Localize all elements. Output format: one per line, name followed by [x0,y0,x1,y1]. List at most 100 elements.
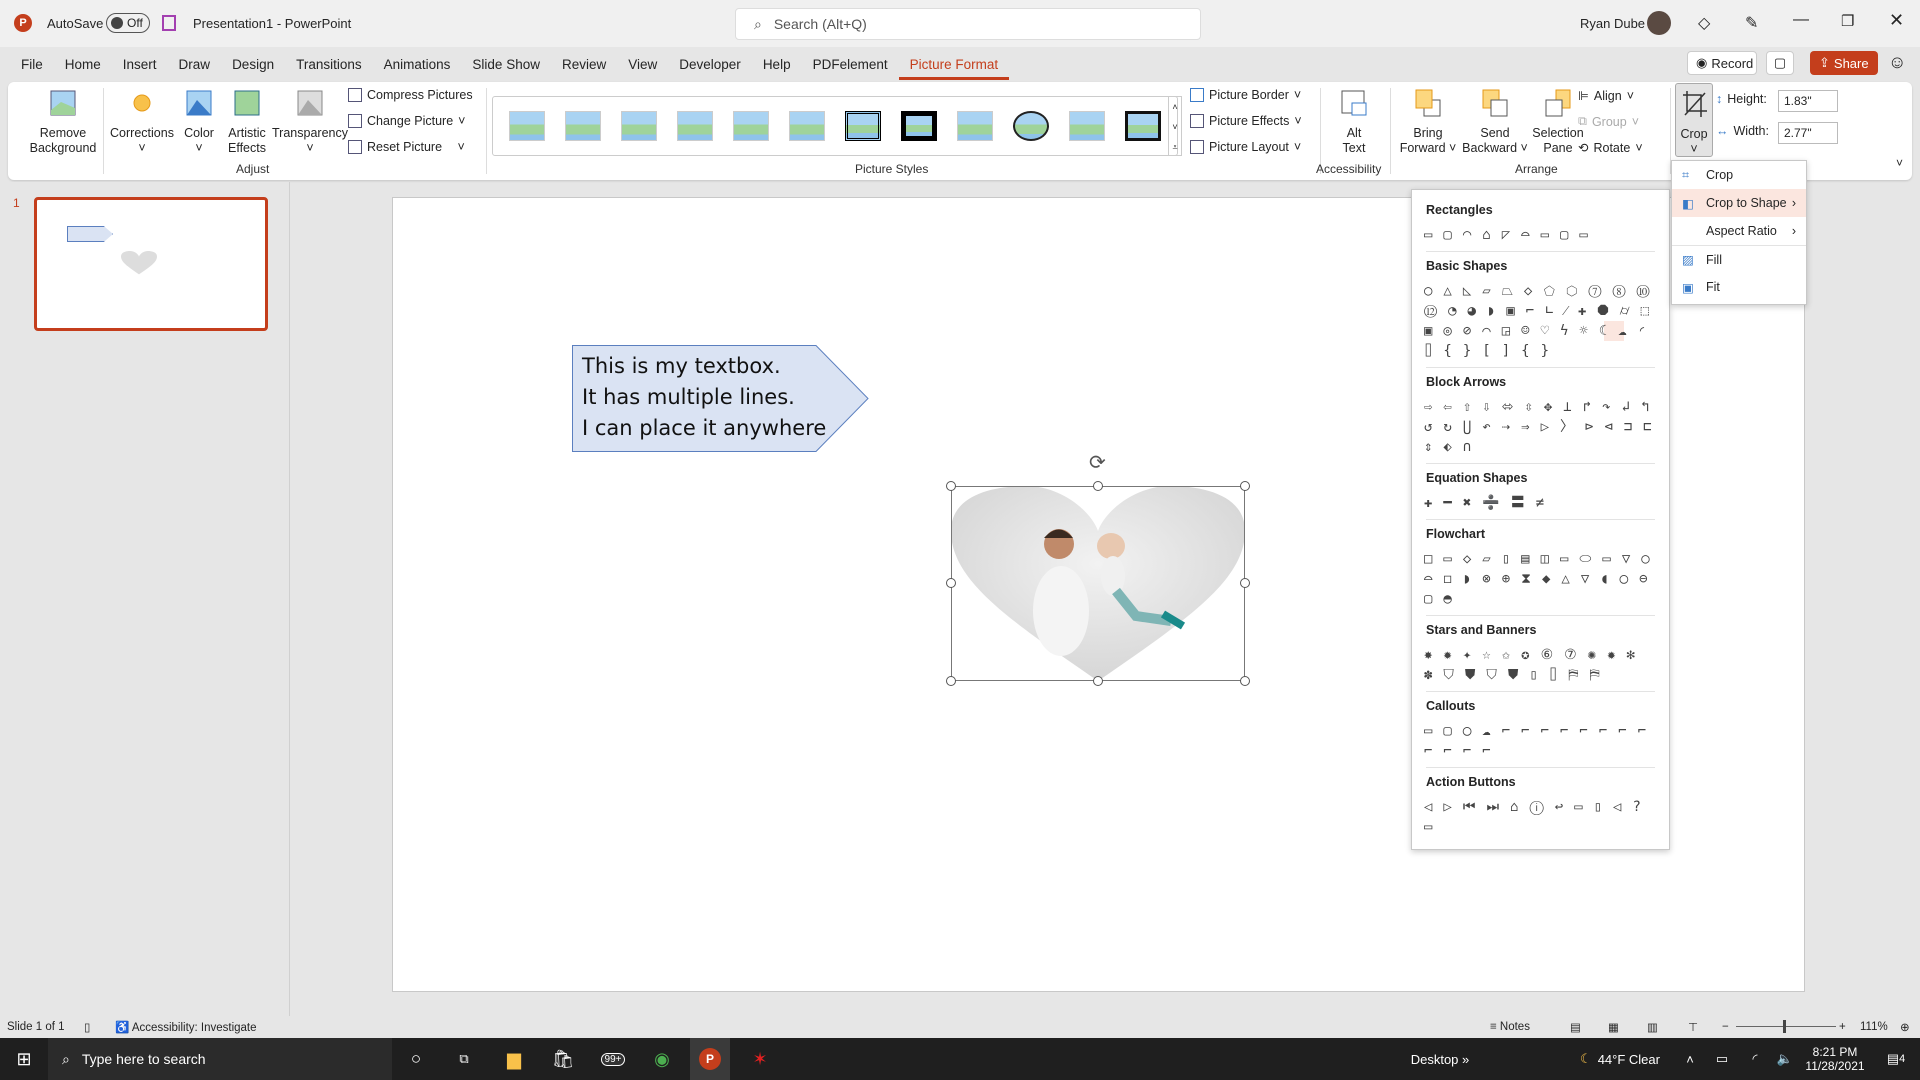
spelling-icon[interactable]: ▯ [84,1020,90,1034]
store-icon[interactable]: 🛍 [543,1038,583,1080]
fit-slide-icon[interactable]: ⊕ [1900,1020,1910,1034]
picture-style-double-frame-black[interactable] [839,105,887,147]
gallery-scroll[interactable]: ˄ ˅ ⩡ [1168,96,1182,156]
save-icon[interactable] [162,15,176,31]
shape-glyphs[interactable]: ✚━✖➗〓≠ [1424,495,1555,511]
desktop-toolbar[interactable]: Desktop » [1405,1038,1475,1080]
picture-style-thick-matte-black[interactable] [895,105,943,147]
search-box[interactable]: ⌕ Search (Alt+Q) [735,8,1201,40]
crop-button[interactable]: Crop ˅ [1675,83,1713,157]
resize-handle[interactable] [946,676,956,686]
chevron-up-icon[interactable]: ˄ [1680,1038,1700,1080]
minimize-icon[interactable]: — [1793,11,1809,29]
app-icon[interactable]: ✶ [740,1038,780,1080]
accessibility-status[interactable]: ♿ Accessibility: Investigate [115,1020,257,1034]
picture-border-button[interactable]: Picture Border ˅ [1190,88,1301,102]
clock[interactable]: 8:21 PM 11/28/2021 [1800,1038,1870,1080]
shape-glyphs[interactable]: ✸✹✦☆✩✪⑥⑦✺✹✻✽⛉⛊⛉⛊▯⌷⛿⛿ [1424,647,1646,683]
close-icon[interactable]: ✕ [1889,10,1904,31]
picture-effects-button[interactable]: Picture Effects ˅ [1190,114,1302,128]
compress-pictures-button[interactable]: Compress Pictures [348,88,473,102]
tab-developer[interactable]: Developer [668,50,752,80]
resize-handle[interactable] [1240,481,1250,491]
powerpoint-taskbar-icon[interactable]: P [690,1038,730,1080]
smiley-icon[interactable]: ☺ [1888,52,1906,73]
tab-slide-show[interactable]: Slide Show [461,50,551,80]
tab-design[interactable]: Design [221,50,285,80]
picture-style-beveled-matte[interactable] [615,105,663,147]
zoom-in-icon[interactable]: + [1839,1021,1846,1033]
shape-glyphs[interactable]: □▭◇▱▯▤◫▭⬭▭▽○⌓◻◗⊗⊕⧗◆△▽◖◯⊖▢◓ [1424,551,1661,607]
zoom-level[interactable]: 111% [1860,1021,1888,1033]
volume-icon[interactable]: 🔈 [1775,1038,1795,1080]
crop-menu-fit[interactable]: ▣ Fit [1672,273,1806,301]
tab-transitions[interactable]: Transitions [285,50,373,80]
remove-background-button[interactable]: Remove Background [18,88,108,156]
collapse-ribbon-icon[interactable]: ˅ [1896,156,1903,170]
alt-text-button[interactable]: Alt Text [1326,88,1382,156]
resize-handle[interactable] [1240,578,1250,588]
zoom-slider[interactable] [1736,1020,1836,1033]
picture-style-black-frame[interactable] [1119,105,1167,147]
rotate-button[interactable]: ⟲ Rotate ˅ [1578,140,1643,156]
shape-options[interactable]: ▭▢◠⌂◸⌓▭▢▭ [1424,225,1664,245]
height-input[interactable]: 1.83" [1778,90,1838,112]
windows-start-icon[interactable]: ⊞ [0,1038,48,1080]
bring-forward-button[interactable]: Bring Forward ˅ [1396,88,1460,156]
picture-layout-button[interactable]: Picture Layout ˅ [1190,140,1301,154]
shape-options[interactable]: ✚━✖➗〓≠ [1424,493,1664,513]
artistic-effects-button[interactable]: Artistic Effects [218,88,276,156]
send-backward-button[interactable]: Send Backward ˅ [1460,88,1530,156]
color-button[interactable]: Color ˅ [176,88,222,156]
picture-style-simple-frame-white[interactable] [503,105,551,147]
heart-picture[interactable]: ⟳ [946,452,1250,686]
avatar[interactable] [1647,11,1671,35]
tab-file[interactable]: File [10,50,54,80]
tab-draw[interactable]: Draw [168,50,222,80]
zoom-slider-thumb[interactable] [1783,1020,1786,1033]
transparency-button[interactable]: Transparency ˅ [270,88,350,156]
picture-styles-gallery[interactable] [492,96,1178,156]
cortana-icon[interactable]: ○ [396,1038,436,1080]
shape-options[interactable]: ⇨⇦⇧⇩⬄⇳✥⊥↱↷↲↰↺↻⋃↶⇢⇒▷〉⊳⊲⊐⊏⇕⬖∩ [1424,397,1664,457]
crop-menu-crop-to-shape[interactable]: ◧ Crop to Shape › [1672,189,1806,217]
resize-handle[interactable] [1093,481,1103,491]
picture-style-soft-edge[interactable] [559,105,607,147]
crop-menu-fill[interactable]: ▨ Fill [1672,245,1806,273]
resize-handle[interactable] [946,578,956,588]
textbox-text[interactable]: This is my textbox. It has multiple line… [582,351,826,444]
shape-glyphs[interactable]: ◁▷⏮⏭⌂ⓘ↩▭▯◁?▭ [1424,799,1652,835]
diamond-icon[interactable]: ◇ [1698,13,1710,33]
resize-handle[interactable] [1093,676,1103,686]
file-explorer-icon[interactable]: ▆ [494,1038,534,1080]
mail-icon[interactable]: 99+ [593,1038,633,1080]
resize-handle[interactable] [1240,676,1250,686]
share-button[interactable]: ⇪ Share [1810,51,1878,75]
normal-view-icon[interactable]: ▤ [1570,1020,1581,1034]
tab-animations[interactable]: Animations [373,50,462,80]
shape-options[interactable]: ✸✹✦☆✩✪⑥⑦✺✹✻✽⛉⛊⛉⛊▯⌷⛿⛿ [1424,645,1664,685]
align-button[interactable]: ⊫ Align ˅ [1578,88,1634,104]
slideshow-icon[interactable]: ⊤ [1688,1020,1698,1034]
autosave-toggle[interactable]: Off [106,13,150,33]
chrome-icon[interactable]: ◉ [642,1038,682,1080]
picture-style-drop-shadow[interactable] [671,105,719,147]
taskbar-search[interactable]: ⌕ Type here to search [48,1038,392,1080]
tab-insert[interactable]: Insert [112,50,168,80]
tab-home[interactable]: Home [54,50,112,80]
crop-menu-crop[interactable]: ⌗ Crop [1672,161,1806,189]
weather-widget[interactable]: ☾ 44°F Clear [1565,1038,1675,1080]
picture-style-soft-edge-rect[interactable] [783,105,831,147]
task-view-icon[interactable]: ⧉ [444,1038,484,1080]
reading-view-icon[interactable]: ▥ [1647,1020,1658,1034]
record-button[interactable]: ◉ Record [1687,51,1757,75]
zoom-out-icon[interactable]: − [1722,1021,1729,1033]
notes-button[interactable]: ≡ Notes [1490,1021,1530,1033]
slide-thumbnail[interactable] [34,197,268,331]
shape-options[interactable]: ◁▷⏮⏭⌂ⓘ↩▭▯◁?▭ [1424,797,1664,837]
picture-style-oval-reflected[interactable] [1007,105,1055,147]
shape-glyphs[interactable]: ⇨⇦⇧⇩⬄⇳✥⊥↱↷↲↰↺↻⋃↶⇢⇒▷〉⊳⊲⊐⊏⇕⬖∩ [1424,399,1663,455]
width-input[interactable]: 2.77" [1778,122,1838,144]
change-picture-button[interactable]: Change Picture ˅ [348,114,465,128]
corrections-button[interactable]: Corrections ˅ [104,88,180,156]
